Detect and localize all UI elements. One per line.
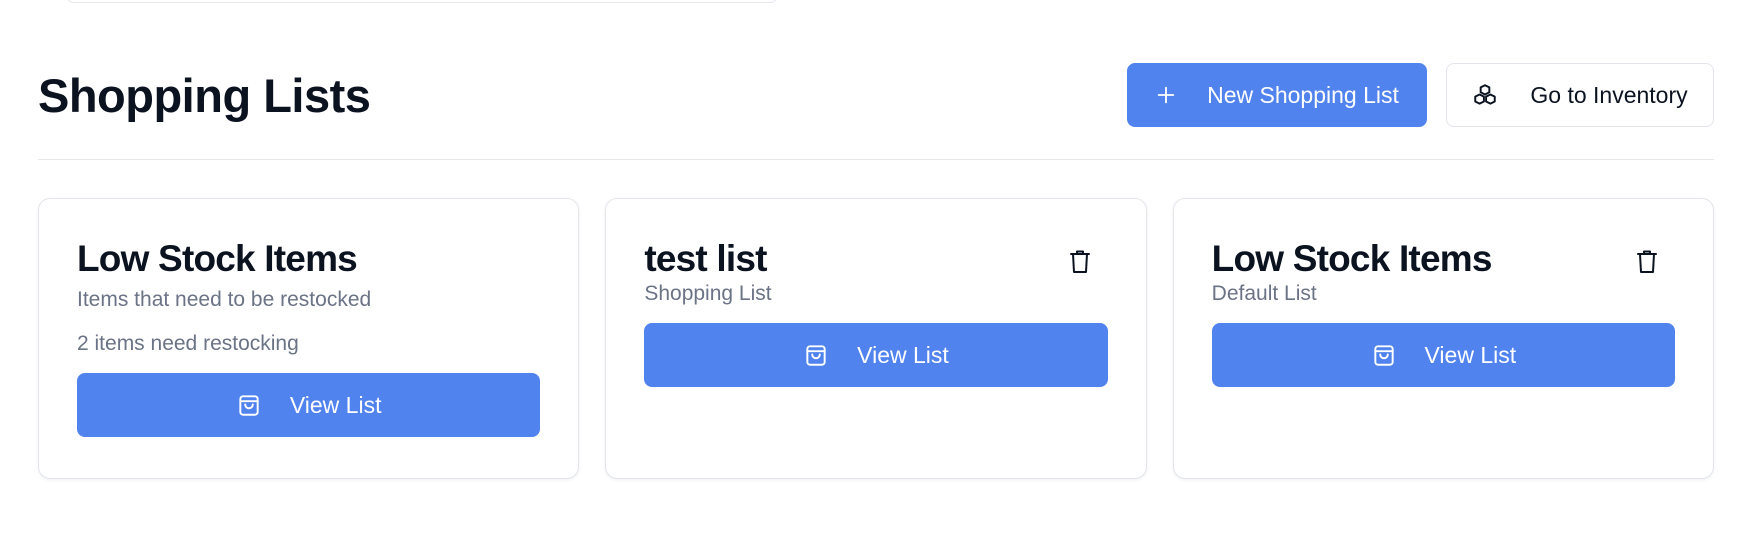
- view-list-button[interactable]: View List: [644, 323, 1108, 387]
- card-subtitle: Items that need to be restocked: [77, 288, 372, 311]
- card-title: test list: [644, 238, 767, 279]
- view-list-button[interactable]: View List: [1211, 323, 1675, 387]
- card-restock-count: 2 items need restocking: [77, 332, 299, 355]
- go-to-inventory-button[interactable]: Go to Inventory: [1446, 63, 1714, 127]
- shopping-lists-page: Shopping Lists New Shopping List Go to I…: [0, 0, 1750, 554]
- trash-icon: [1068, 249, 1092, 280]
- shopping-bag-icon: [1371, 342, 1397, 368]
- new-shopping-list-button[interactable]: New Shopping List: [1127, 63, 1427, 127]
- shopping-list-card: test list Shopping List View List: [605, 198, 1147, 479]
- shopping-list-card: Low Stock Items Items that need to be re…: [38, 198, 580, 479]
- delete-list-button[interactable]: [1066, 249, 1094, 279]
- delete-list-button[interactable]: [1633, 249, 1661, 279]
- shopping-bag-icon: [803, 342, 829, 368]
- new-shopping-list-label: New Shopping List: [1207, 81, 1399, 108]
- plus-icon: [1155, 84, 1177, 106]
- card-subtitle: Default List: [1211, 282, 1317, 305]
- go-to-inventory-label: Go to Inventory: [1530, 81, 1688, 108]
- view-list-label: View List: [289, 391, 382, 418]
- page-header: Shopping Lists New Shopping List Go to I…: [38, 63, 1714, 127]
- header-divider: [38, 159, 1714, 160]
- boxes-icon: [1472, 82, 1498, 108]
- card-title: Low Stock Items: [1211, 238, 1493, 279]
- trash-icon: [1635, 249, 1659, 280]
- shopping-bag-icon: [236, 392, 262, 418]
- search-box-fragment[interactable]: [66, 0, 778, 3]
- card-title: Low Stock Items: [77, 238, 358, 279]
- shopping-list-cards: Low Stock Items Items that need to be re…: [38, 198, 1714, 479]
- view-list-label: View List: [857, 341, 949, 368]
- shopping-list-card: Low Stock Items Default List View List: [1172, 198, 1714, 479]
- card-subtitle: Shopping List: [644, 282, 772, 305]
- header-actions: New Shopping List Go to Inventory: [1127, 63, 1714, 127]
- view-list-button[interactable]: View List: [77, 373, 541, 437]
- view-list-label: View List: [1424, 341, 1517, 368]
- page-title: Shopping Lists: [38, 68, 371, 122]
